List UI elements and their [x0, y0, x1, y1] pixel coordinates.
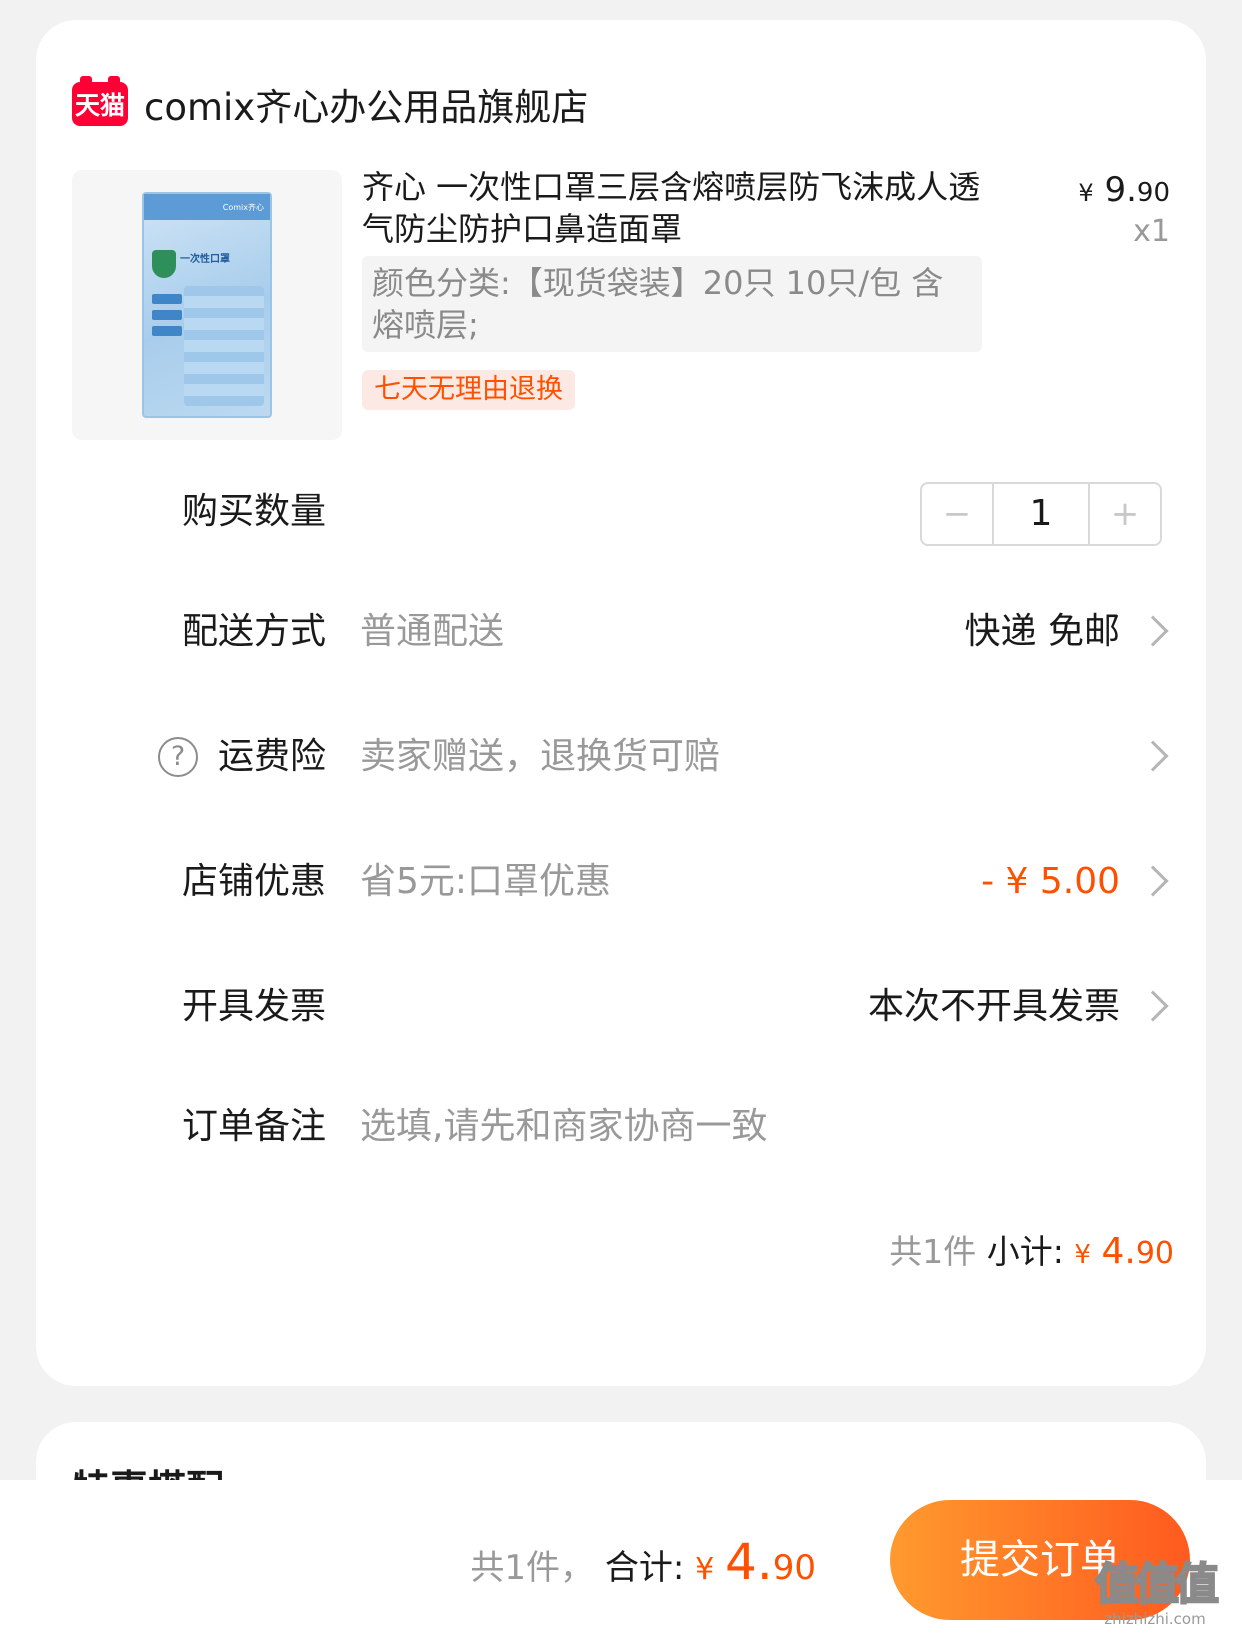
package-tag — [152, 326, 182, 336]
order-total: 共1件， 合计: ¥ 4.90 — [470, 1532, 816, 1600]
tmall-logo-icon: 天猫 — [72, 76, 128, 126]
delivery-label: 配送方式 — [181, 611, 326, 652]
quantity-label: 购买数量 — [181, 491, 326, 532]
subtotal-count: 共1件 — [889, 1232, 977, 1271]
help-icon[interactable]: ? — [158, 737, 198, 777]
return-policy-badge: 七天无理由退换 — [362, 370, 575, 410]
discount-desc: 省5元:口罩优惠 — [360, 861, 612, 902]
subtotal-amount: ¥ 4.90 — [1074, 1231, 1174, 1272]
store-name[interactable]: comix齐心办公用品旗舰店 — [144, 77, 588, 131]
package-brand: Comix齐心 — [222, 203, 264, 212]
minus-button[interactable]: − — [922, 484, 992, 544]
shipping-insurance-row[interactable]: ? 运费险 卖家赠送，退换货可赔 — [36, 727, 1206, 787]
quantity-value[interactable]: 1 — [992, 484, 1090, 544]
delivery-method: 普通配送 — [360, 611, 505, 652]
mask-folds — [184, 286, 264, 406]
product-quantity: x1 — [1133, 214, 1170, 249]
product-thumbnail[interactable]: Comix齐心 一次性口罩 — [72, 170, 342, 440]
store-discount-row[interactable]: 店铺优惠 省5元:口罩优惠 - ¥ 5.00 — [36, 852, 1206, 912]
delivery-row[interactable]: 配送方式 普通配送 快递 免邮 — [36, 602, 1206, 662]
subtotal-label: 小计: — [986, 1232, 1064, 1271]
product-price: ¥ 9.90 — [1078, 170, 1170, 210]
note-label: 订单备注 — [181, 1106, 326, 1147]
quantity-stepper[interactable]: − 1 + — [920, 482, 1162, 546]
chevron-right-icon — [1137, 990, 1169, 1022]
mask-package-image: Comix齐心 一次性口罩 — [142, 192, 272, 418]
shield-icon — [152, 250, 176, 278]
store-header[interactable]: 天猫 comix齐心办公用品旗舰店 — [72, 64, 588, 144]
checkout-bar: 共1件， 合计: ¥ 4.90 提交订单 — [0, 1480, 1242, 1642]
product-title[interactable]: 齐心 一次性口罩三层含熔喷层防飞沫成人透气防尘防护口鼻造面罩 — [362, 166, 990, 250]
invoice-value: 本次不开具发票 — [867, 986, 1120, 1027]
package-tag — [152, 294, 182, 304]
order-note-row: 订单备注 选填,请先和商家协商一致 — [36, 1097, 1206, 1157]
package-title: 一次性口罩 — [180, 254, 230, 265]
order-card: 天猫 comix齐心办公用品旗舰店 Comix齐心 一次性口罩 齐心 一次性口罩… — [36, 20, 1206, 1386]
discount-label: 店铺优惠 — [181, 861, 326, 902]
package-tag — [152, 310, 182, 320]
invoice-row[interactable]: 开具发票 本次不开具发票 — [36, 977, 1206, 1037]
subtotal: 共1件 小计: ¥ 4.90 — [889, 1222, 1174, 1285]
note-input[interactable]: 选填,请先和商家协商一致 — [360, 1097, 767, 1157]
delivery-value: 快递 免邮 — [964, 611, 1120, 652]
total-count: 共1件， — [470, 1548, 595, 1588]
plus-button[interactable]: + — [1090, 484, 1160, 544]
chevron-right-icon — [1137, 865, 1169, 897]
discount-amount: - ¥ 5.00 — [981, 861, 1120, 902]
sku-selector[interactable]: 颜色分类:【现货袋装】20只 10只/包 含熔喷层; — [362, 256, 982, 352]
total-amount: ¥ 4.90 — [695, 1533, 816, 1591]
insurance-desc: 卖家赠送，退换货可赔 — [360, 736, 721, 777]
insurance-label: 运费险 — [217, 736, 326, 777]
chevron-right-icon — [1137, 615, 1169, 647]
chevron-right-icon — [1137, 740, 1169, 772]
watermark-logo: 值值值 zhizhizhi.com — [1094, 1559, 1220, 1629]
invoice-label: 开具发票 — [181, 986, 326, 1027]
total-label: 合计: — [604, 1548, 685, 1588]
